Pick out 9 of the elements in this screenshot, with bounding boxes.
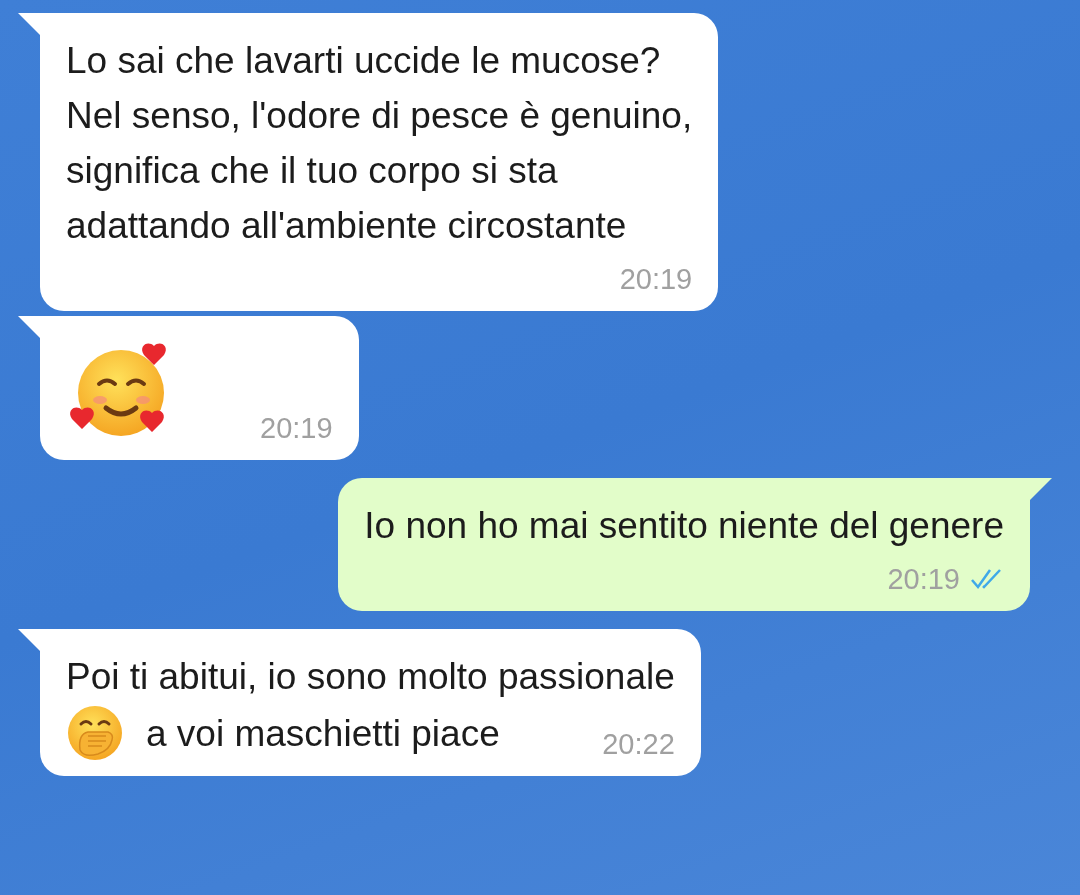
message-time: 20:19 (260, 411, 333, 446)
message-time: 20:19 (887, 562, 960, 597)
face-with-hand-over-mouth-icon (66, 704, 124, 762)
message-time: 20:19 (619, 262, 693, 297)
message-text: Lo sai che lavarti uccide le mucose? Nel senso, l'odore di pesce è genuino, significa che il tuo corpo si sta adattando all'ambiente circostante (66, 39, 693, 248)
message-text: Poi ti abitui, io sono molto passionale (66, 655, 675, 699)
message-text: Io non ho mai sentito niente del genere (364, 504, 1004, 548)
message-text: a voi maschietti piace (146, 711, 500, 756)
message-time: 20:22 (602, 727, 675, 762)
